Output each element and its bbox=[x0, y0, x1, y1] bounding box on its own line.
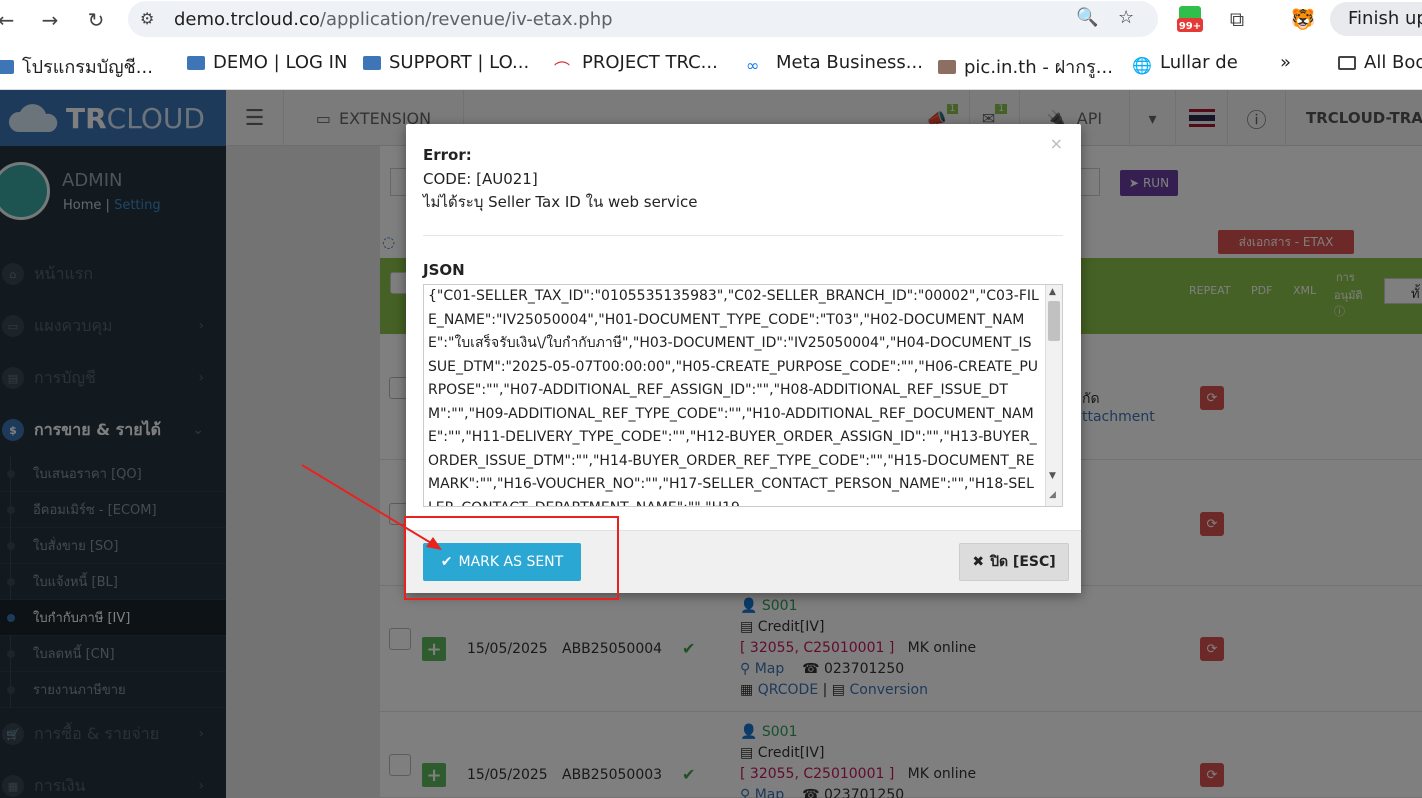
bookmarks-bar: โปรแกรมบัญชี... DEMO | LOG IN SUPPORT | … bbox=[0, 46, 1422, 82]
json-label: JSON bbox=[423, 261, 465, 279]
zoom-icon[interactable]: 🔍 bbox=[1076, 7, 1098, 28]
close-icon[interactable]: × bbox=[1050, 134, 1063, 153]
finish-update-button[interactable]: Finish up bbox=[1330, 2, 1422, 36]
bookmark-item[interactable]: 🌐 Lullar de bbox=[1132, 52, 1238, 75]
error-block: Error: CODE: [AU021] ไม่ได้ระบุ Seller T… bbox=[423, 144, 698, 215]
picture-icon bbox=[938, 59, 956, 74]
scrollbar-thumb[interactable] bbox=[1048, 301, 1060, 341]
scrollbar[interactable]: ▲ ▼ ◢ bbox=[1045, 285, 1062, 506]
json-textarea[interactable]: {"C01-SELLER_TAX_ID":"0105535135983","C0… bbox=[423, 284, 1063, 507]
profile-avatar-icon[interactable]: 🐯 bbox=[1288, 4, 1318, 34]
extension-badge: 99+ bbox=[1179, 21, 1201, 32]
bookmark-item[interactable]: pic.in.th - ฝากรู... bbox=[938, 52, 1113, 81]
browser-toolbar: ← → ↻ ⚙ demo.trcloud.co/application/reve… bbox=[0, 0, 1422, 40]
bookmark-item[interactable]: โปรแกรมบัญชี... bbox=[0, 52, 153, 81]
extension-line-icon[interactable]: 99+ bbox=[1174, 4, 1206, 34]
address-bar[interactable]: ⚙ demo.trcloud.co/application/revenue/iv… bbox=[128, 1, 1158, 37]
cloud-icon bbox=[187, 55, 205, 70]
error-label: Error: bbox=[423, 146, 472, 164]
browser-chrome: ← → ↻ ⚙ demo.trcloud.co/application/reve… bbox=[0, 0, 1422, 90]
bookmark-item[interactable]: DEMO | LOG IN bbox=[187, 52, 347, 73]
scroll-down-icon[interactable]: ▼ bbox=[1049, 471, 1056, 481]
reload-icon[interactable]: ↻ bbox=[82, 6, 110, 34]
meta-icon: ∞ bbox=[746, 55, 760, 75]
cloud-icon bbox=[0, 59, 14, 74]
bookmark-folder-all[interactable]: All Boo bbox=[1338, 52, 1422, 73]
resize-grip-icon[interactable]: ◢ bbox=[1049, 490, 1056, 500]
scroll-up-icon[interactable]: ▲ bbox=[1049, 287, 1056, 297]
close-esc-button[interactable]: ✖ ปิด [ESC] bbox=[959, 543, 1069, 581]
error-code: CODE: [AU021] bbox=[423, 169, 538, 188]
extensions-puzzle-icon[interactable]: ⧉ bbox=[1222, 4, 1252, 34]
bookmark-item[interactable]: ⌒ PROJECT TRC... bbox=[554, 52, 718, 79]
annotation-highlight-box bbox=[404, 516, 619, 600]
forward-icon[interactable]: → bbox=[36, 6, 64, 34]
globe-icon: 🌐 bbox=[1132, 55, 1152, 75]
folder-icon bbox=[1338, 55, 1356, 70]
error-message: ไม่ได้ระบุ Seller Tax ID ใน web service bbox=[423, 193, 698, 211]
url-path: /application/revenue/iv-etax.php bbox=[319, 8, 613, 30]
bookmark-item[interactable]: SUPPORT | LO... bbox=[363, 52, 529, 73]
close-icon: ✖ bbox=[972, 554, 985, 570]
cloud-icon bbox=[363, 55, 381, 70]
arch-icon: ⌒ bbox=[554, 59, 571, 79]
site-settings-icon[interactable]: ⚙ bbox=[140, 9, 154, 28]
bookmark-star-icon[interactable]: ☆ bbox=[1118, 7, 1134, 28]
json-content: {"C01-SELLER_TAX_ID":"0105535135983","C0… bbox=[428, 288, 1039, 506]
bookmarks-overflow-button[interactable]: » bbox=[1280, 52, 1291, 73]
back-icon[interactable]: ← bbox=[0, 6, 20, 34]
divider bbox=[423, 235, 1063, 236]
bookmark-item[interactable]: ∞ Meta Business... bbox=[746, 52, 923, 75]
url-site: demo.trcloud.co bbox=[174, 8, 320, 30]
